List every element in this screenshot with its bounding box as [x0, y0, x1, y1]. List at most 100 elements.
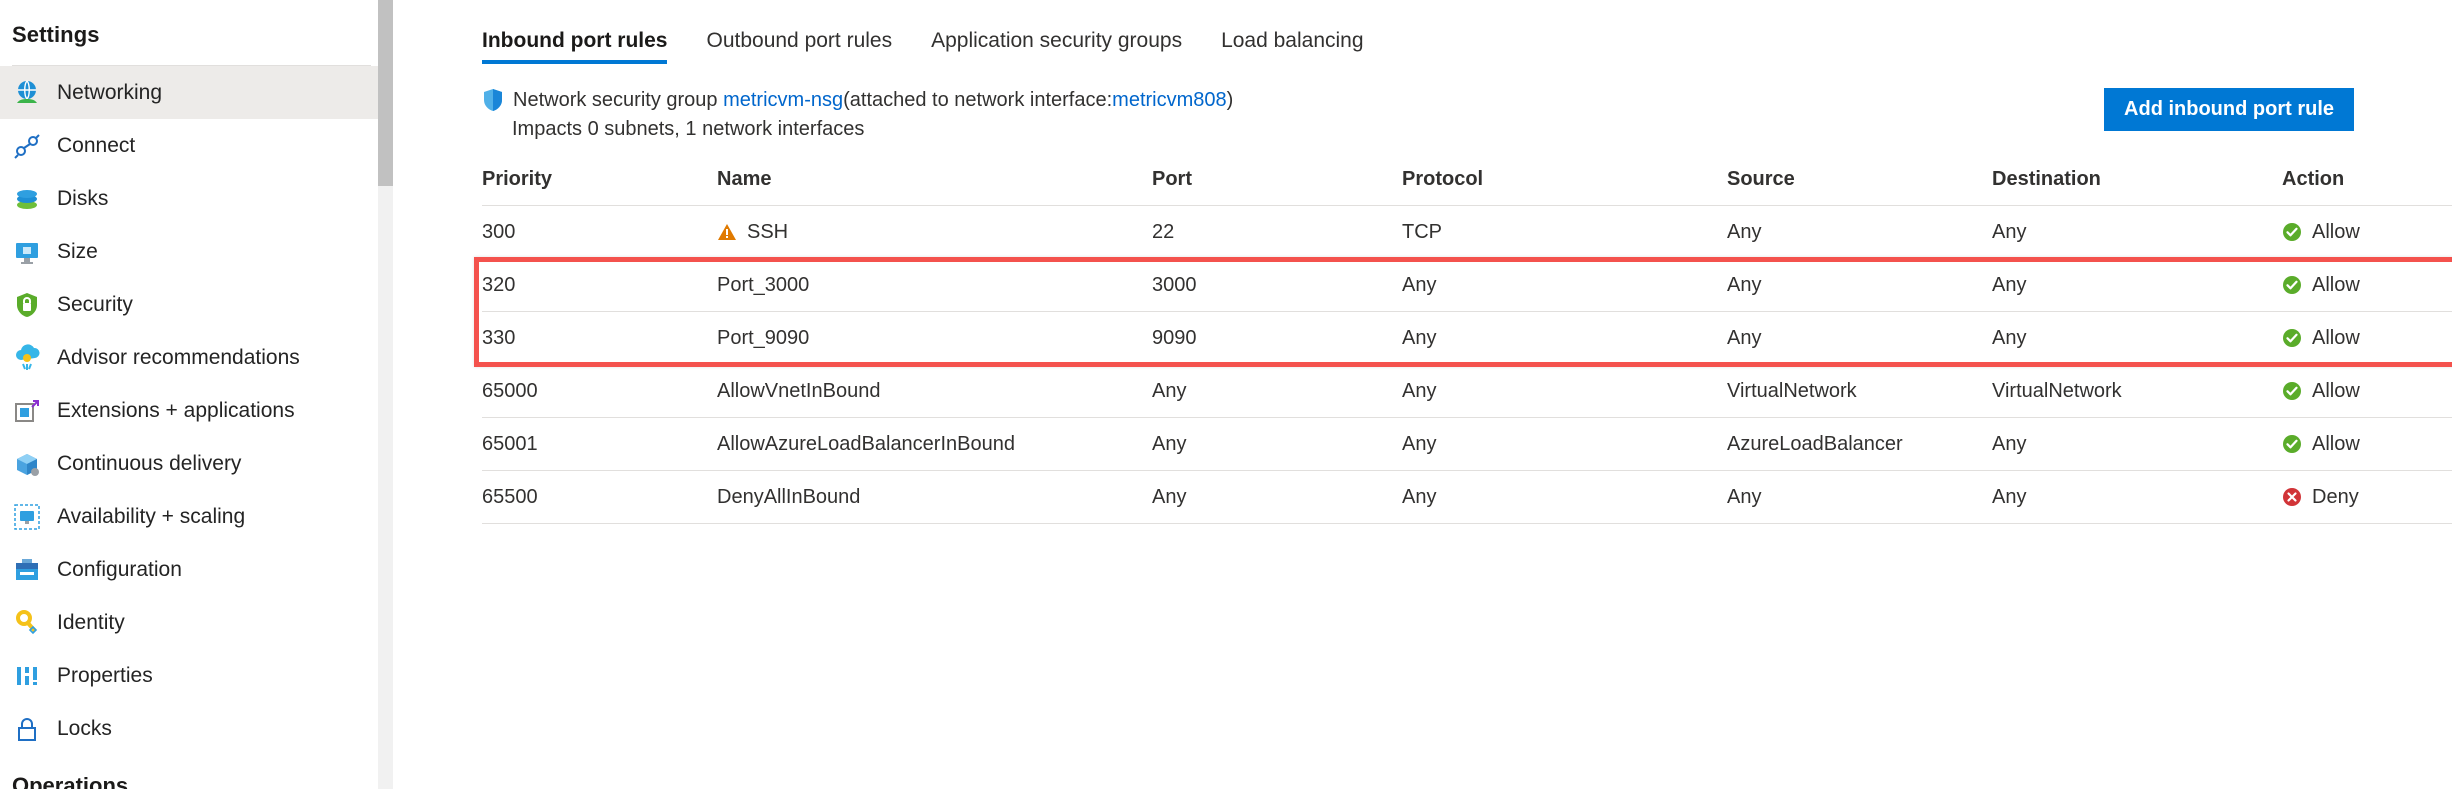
table-row[interactable]: 300SSH22TCPAnyAnyAllow•••	[482, 205, 2452, 259]
sidebar-item-label: Size	[57, 239, 98, 263]
cell-protocol: Any	[1402, 311, 1727, 365]
table-row[interactable]: 320Port_30003000AnyAnyAnyAllow•••	[482, 258, 2452, 312]
cell-destination-text: Any	[1992, 326, 2027, 349]
tab-outbound-port-rules[interactable]: Outbound port rules	[706, 29, 892, 64]
cell-name: SSH	[717, 205, 1152, 259]
table-row[interactable]: 65001 AllowAzureLoadBalancerInBound Any Any…	[482, 417, 2452, 471]
cell-destination: Any	[1992, 417, 2282, 471]
cell-port-text: Any	[1152, 379, 1187, 402]
cell-priority: 65001	[482, 417, 717, 471]
monitor-size-icon	[12, 237, 42, 267]
column-header-source[interactable]: Source	[1727, 168, 1992, 206]
nsg-info-row: Network security group metricvm-nsg (att…	[482, 86, 2452, 141]
cell-port: 3000	[1152, 258, 1402, 312]
cell-protocol-text: Any	[1402, 273, 1437, 296]
allow-icon	[2282, 328, 2302, 348]
cell-destination: VirtualNetwork	[1992, 364, 2282, 418]
column-header-protocol[interactable]: Protocol	[1402, 168, 1727, 206]
allow-icon	[2282, 434, 2302, 454]
cell-name: DenyAllInBound	[717, 470, 1152, 524]
cell-destination-text: Any	[1992, 485, 2027, 508]
cell-destination: Any	[1992, 470, 2282, 524]
column-header-action[interactable]: Action	[2282, 168, 2452, 206]
cell-source-text: Any	[1727, 273, 1762, 296]
warning-icon	[717, 223, 737, 242]
advisor-cloud-icon	[12, 343, 42, 373]
sidebar-item-configuration[interactable]: Configuration	[0, 543, 393, 596]
azure-networking-page: Settings Networking Connect Disks Size Secur…	[0, 0, 2452, 789]
sidebar-item-extensions-applications[interactable]: Extensions + applications	[0, 384, 393, 437]
tab-inbound-port-rules[interactable]: Inbound port rules	[482, 29, 668, 64]
tab-application-security-groups[interactable]: Application security groups	[931, 29, 1182, 64]
cell-source-text: VirtualNetwork	[1727, 379, 1857, 402]
table-row[interactable]: 330Port_90909090AnyAnyAnyAllow•••	[482, 311, 2452, 365]
sidebar-item-size[interactable]: Size	[0, 225, 393, 278]
cell-priority: 65500	[482, 470, 717, 524]
column-header-destination[interactable]: Destination	[1992, 168, 2282, 206]
tab-load-balancing[interactable]: Load balancing	[1221, 29, 1363, 64]
sidebar-item-label: Extensions + applications	[57, 398, 295, 422]
cell-name-text: Port_9090	[717, 326, 810, 349]
properties-bars-icon	[12, 661, 42, 691]
table-row[interactable]: 65500DenyAllInBoundAnyAnyAnyAnyDeny•••	[482, 470, 2452, 524]
cell-source: Any	[1727, 205, 1992, 259]
sidebar-item-label: Security	[57, 292, 133, 316]
add-inbound-port-rule-button[interactable]: Add inbound port rule	[2104, 88, 2354, 131]
cell-action: Allow	[2282, 311, 2452, 365]
cell-action-text: Deny	[2312, 485, 2359, 508]
sidebar-item-security[interactable]: Security	[0, 278, 393, 331]
sidebar-item-disks[interactable]: Disks	[0, 172, 393, 225]
cell-port-text: 9090	[1152, 326, 1197, 349]
cell-name-text: Port_3000	[717, 273, 810, 296]
nsg-name-link[interactable]: metricvm-nsg	[723, 86, 843, 114]
sidebar-item-networking[interactable]: Networking	[0, 66, 393, 119]
cell-priority-text: 65000	[482, 379, 538, 402]
cell-source-text: AzureLoadBalancer	[1727, 432, 1903, 455]
sidebar-item-connect[interactable]: Connect	[0, 119, 393, 172]
sidebar-item-locks[interactable]: Locks	[0, 702, 393, 755]
sidebar-scrollbar-thumb[interactable]	[378, 0, 393, 186]
sidebar-group-operations: Operations	[12, 773, 129, 789]
column-header-port[interactable]: Port	[1152, 168, 1402, 206]
cell-source: Any	[1727, 258, 1992, 312]
sidebar-item-label: Locks	[57, 716, 112, 740]
cell-action-text: Allow	[2312, 379, 2360, 402]
cell-protocol: TCP	[1402, 205, 1727, 259]
cell-protocol-text: Any	[1402, 432, 1437, 455]
column-header-name[interactable]: Name	[717, 168, 1152, 206]
disk-stack-icon	[12, 184, 42, 214]
cell-protocol-text: Any	[1402, 326, 1437, 349]
cell-priority: 300	[482, 205, 717, 259]
nsg-attached-prefix: (attached to network interface:	[843, 89, 1113, 111]
nsg-prefix-label: Network security group	[513, 89, 718, 111]
sidebar-item-identity[interactable]: Identity	[0, 596, 393, 649]
sidebar-item-properties[interactable]: Properties	[0, 649, 393, 702]
cell-action: Allow	[2282, 364, 2452, 418]
cell-name: Port_9090	[717, 311, 1152, 365]
key-identity-icon	[12, 608, 42, 638]
cell-action: Allow	[2282, 205, 2452, 259]
sidebar-item-label: Identity	[57, 610, 125, 634]
cell-port: Any	[1152, 470, 1402, 524]
cell-protocol: Any	[1402, 364, 1727, 418]
nsg-interface-link[interactable]: metricvm808	[1112, 86, 1226, 114]
sidebar-nav: Networking Connect Disks Size Security Adviso…	[0, 66, 393, 755]
column-header-priority[interactable]: Priority	[482, 168, 717, 206]
sidebar-item-availability-scaling[interactable]: Availability + scaling	[0, 490, 393, 543]
cell-name-text: AllowAzureLoadBalancerInBound	[717, 432, 1015, 455]
sidebar-item-continuous-delivery[interactable]: Continuous delivery	[0, 437, 393, 490]
cell-port-text: 3000	[1152, 273, 1197, 296]
extensions-icon	[12, 396, 42, 426]
sidebar-item-advisor-recommendations[interactable]: Advisor recommendations	[0, 331, 393, 384]
cell-destination-text: Any	[1992, 432, 2027, 455]
sidebar-item-label: Advisor recommendations	[57, 345, 300, 369]
inbound-rules-table-wrapper: Priority Name Port Protocol Source Destinatio…	[474, 168, 2452, 524]
cell-protocol-text: Any	[1402, 379, 1437, 402]
cell-priority-text: 300	[482, 220, 516, 243]
cell-port-text: Any	[1152, 432, 1187, 455]
port-rules-tabs: Inbound port rules Outbound port rules App…	[482, 0, 2452, 64]
sidebar-title: Settings	[12, 22, 100, 47]
table-row[interactable]: 65000 AllowVnetInBound Any Any VirtualNetwor…	[482, 364, 2452, 418]
cell-source: AzureLoadBalancer	[1727, 417, 1992, 471]
cell-priority: 320	[482, 258, 717, 312]
